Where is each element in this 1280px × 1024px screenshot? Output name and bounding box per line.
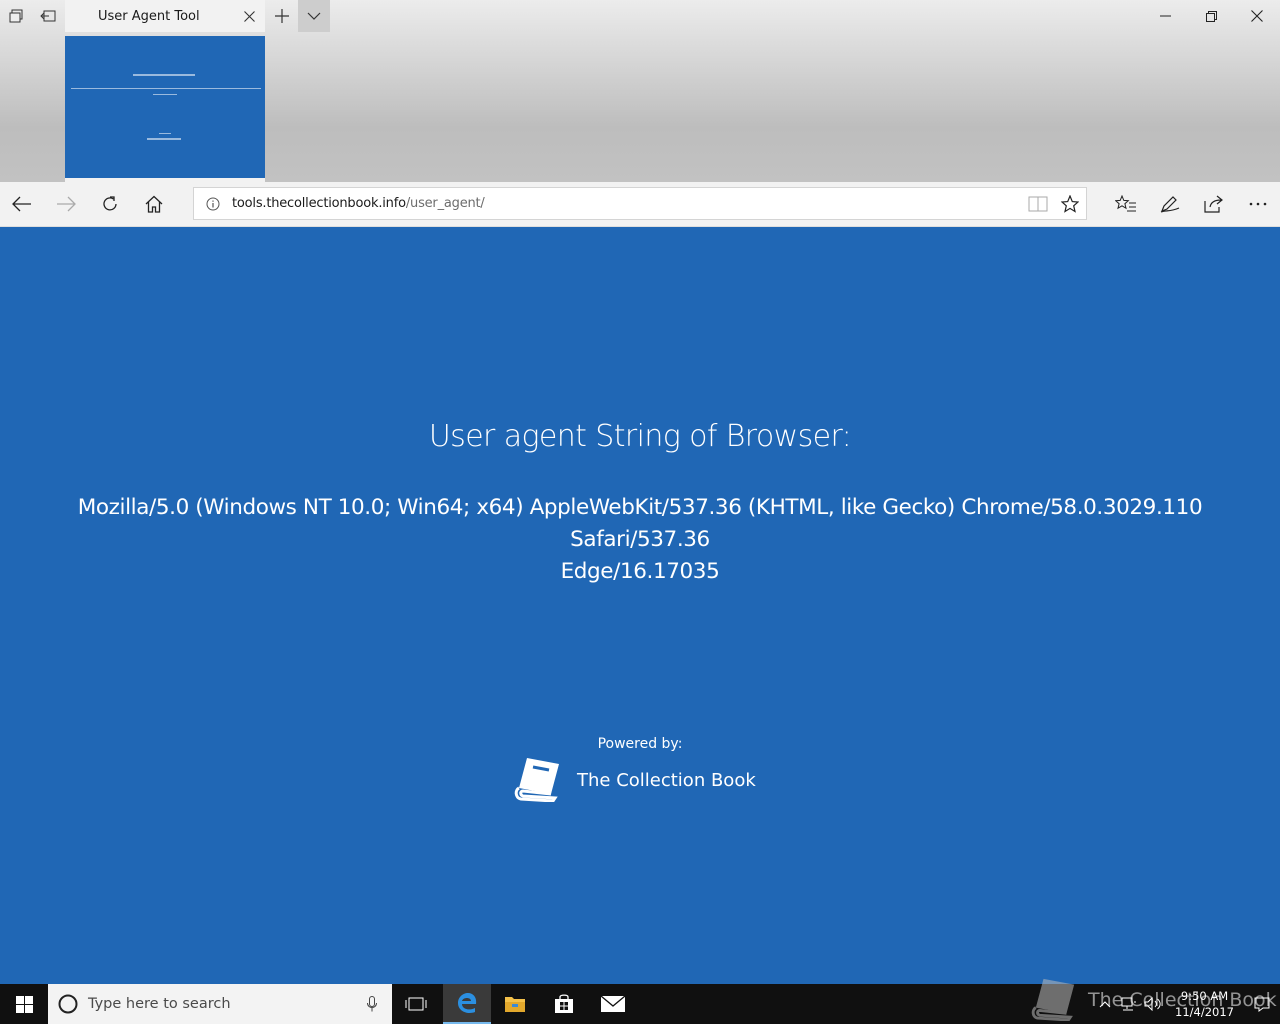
store-icon[interactable] (540, 984, 588, 1024)
home-icon[interactable] (132, 182, 176, 226)
star-icon[interactable] (1054, 188, 1086, 220)
user-agent-line-2: Edge/16.17035 (560, 559, 720, 584)
tab-title: User Agent Tool (98, 8, 200, 24)
microphone-icon[interactable] (352, 996, 392, 1012)
restore-icon[interactable] (1188, 0, 1234, 32)
close-icon[interactable] (233, 0, 265, 32)
tab-active[interactable]: User Agent Tool (65, 0, 265, 32)
favorites-icon[interactable] (1104, 182, 1148, 226)
user-agent-string: Mozilla/5.0 (Windows NT 10.0; Win64; x64… (20, 492, 1260, 588)
back-icon[interactable] (0, 182, 44, 226)
window-controls (1142, 0, 1280, 32)
folder-icon[interactable] (491, 984, 539, 1024)
mail-icon[interactable] (589, 984, 637, 1024)
cortana-icon (48, 994, 88, 1014)
navigation-bar: tools.thecollectionbook.info/user_agent/ (0, 182, 1280, 227)
tab-actions (0, 0, 64, 32)
search-placeholder: Type here to search (88, 996, 231, 1012)
url-path: /user_agent/ (405, 196, 485, 211)
brand-link[interactable]: The Collection Book (513, 755, 756, 805)
address-bar[interactable]: tools.thecollectionbook.info/user_agent/ (193, 187, 1087, 220)
reading-view-icon[interactable] (1022, 188, 1054, 220)
url-domain: tools.thecollectionbook.info (232, 196, 406, 211)
user-agent-line-1: Mozilla/5.0 (Windows NT 10.0; Win64; x64… (77, 495, 1203, 552)
taskbar-search[interactable]: Type here to search (48, 984, 392, 1024)
watermark: The Collection Book (1030, 976, 1277, 1024)
plus-icon[interactable] (266, 0, 298, 32)
chevron-down-icon[interactable] (298, 0, 330, 32)
more-icon[interactable] (1236, 182, 1280, 226)
share-icon[interactable] (1192, 182, 1236, 226)
watermark-text: The Collection Book (1088, 989, 1277, 1011)
info-icon[interactable] (194, 197, 232, 211)
brand-name: The Collection Book (577, 769, 756, 791)
task-view-icon[interactable] (392, 984, 440, 1024)
refresh-icon[interactable] (88, 182, 132, 226)
windows-logo-icon[interactable] (0, 984, 48, 1024)
tab-preview-thumbnail[interactable] (65, 36, 265, 178)
tab-set-aside-icon[interactable] (32, 0, 64, 32)
edge-icon[interactable] (443, 984, 491, 1024)
powered-by-label: Powered by: (597, 736, 683, 752)
pen-icon[interactable] (1148, 182, 1192, 226)
url-text[interactable]: tools.thecollectionbook.info/user_agent/ (232, 196, 1022, 211)
minimize-icon[interactable] (1142, 0, 1188, 32)
book-icon (513, 754, 565, 807)
forward-icon[interactable] (44, 182, 88, 226)
page-heading: User agent String of Browser: (428, 419, 852, 454)
close-window-icon[interactable] (1234, 0, 1280, 32)
book-icon (1030, 975, 1080, 1024)
tab-strip: User Agent Tool (0, 0, 1280, 182)
tabs-aside-icon[interactable] (0, 0, 32, 32)
page-content: User agent String of Browser: Mozilla/5.… (0, 227, 1280, 984)
